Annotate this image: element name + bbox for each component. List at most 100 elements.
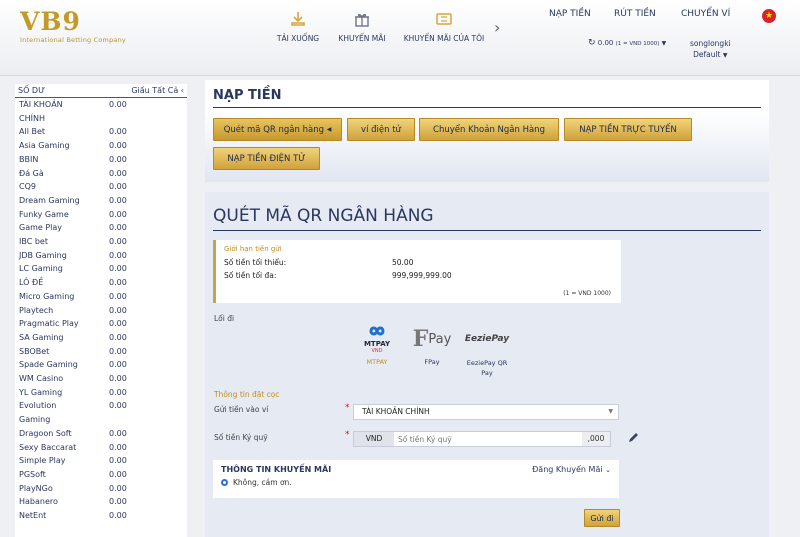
withdraw-link[interactable]: RÚT TIỀN (614, 9, 656, 19)
balance-row-value: 0.00 (109, 168, 127, 178)
balance-row-value: 0.00 (109, 387, 127, 397)
logo[interactable]: VB9 International Betting Company (20, 7, 126, 44)
main-content: NẠP TIỀN Quét mã QR ngân hàng ◀ ví điện … (205, 80, 769, 537)
balance-row: PGSoft 0.00 (15, 468, 187, 482)
radio-selected-icon[interactable] (221, 479, 228, 486)
balance-row-value: 0.00 (109, 511, 127, 521)
gift-icon (355, 13, 369, 27)
gateway-eeziepay[interactable]: EeziePay EeziePay QR Pay (462, 320, 512, 378)
amount-input[interactable] (394, 432, 582, 446)
mtpay-logo-icon: MTPAY VND (355, 320, 399, 358)
username: songlongki (690, 39, 731, 48)
header: VB9 International Betting Company TẢI XU… (0, 0, 800, 76)
user-menu[interactable]: songlongki Default ▼ (690, 38, 731, 61)
chevron-left-icon: ‹ (180, 86, 184, 95)
balance-row-value: 0.00 (109, 100, 127, 109)
balance-row-name: PGSoft (19, 469, 46, 479)
balance-row-name: Đá Gà (19, 168, 44, 178)
balance-display[interactable]: ↻ 0.00 (1 = VND 1000) ▼ (588, 38, 666, 48)
balance-row: WM Casino 0.00 (15, 372, 187, 386)
promo-toggle-label: Đăng Khuyến Mãi (532, 465, 603, 474)
balance-row: CHÍNH (15, 112, 187, 126)
nav-promotions[interactable]: KHUYẾN MÃI (334, 11, 390, 43)
method-online-button[interactable]: NẠP TIỀN TRỰC TUYẾN (564, 118, 692, 141)
form-title: QUÉT MÃ QR NGÂN HÀNG (213, 206, 434, 226)
gateway-mtpay[interactable]: MTPAY VND MTPAY (355, 320, 399, 366)
hide-all-toggle[interactable]: Giấu Tất Cả ‹ (131, 86, 184, 95)
fpay-logo-text: Pay (428, 331, 452, 347)
balance-row-value: 0.00 (109, 264, 127, 274)
balance-row-name: WM Casino (19, 374, 64, 384)
balance-row: Playtech 0.00 (15, 304, 187, 318)
deposit-title: NẠP TIỀN (213, 88, 282, 103)
divider (213, 230, 761, 231)
balance-row: IBC bet 0.00 (15, 235, 187, 249)
divider (213, 107, 761, 108)
method-bank-transfer-button[interactable]: Chuyển Khoản Ngân Hàng (419, 118, 559, 141)
balance-row-value: 0.00 (109, 305, 127, 315)
nav-next-arrow-icon[interactable]: › (494, 18, 500, 37)
amount-label: Số tiền Ký quỹ (214, 433, 268, 442)
refresh-icon[interactable]: ↻ (588, 38, 596, 48)
balance-row: Asia Gaming 0.00 (15, 139, 187, 153)
wallet-value: TÀI KHOẢN CHÍNH (362, 407, 430, 416)
balance-row: Sexy Baccarat 0.00 (15, 441, 187, 455)
method-ewallet-button[interactable]: ví điện tử (347, 118, 415, 141)
balance-row-name: NetEnt (19, 511, 47, 521)
balance-row: BBIN 0.00 (15, 153, 187, 167)
amount-suffix: ,000 (582, 432, 610, 446)
mtpay-logo-text: MTPAY (363, 340, 391, 348)
balance-row-value: 0.00 (109, 360, 127, 370)
required-mark: * (345, 430, 350, 440)
balance-row-value: 0.00 (109, 141, 127, 151)
balance-value: 0.00 (597, 39, 614, 47)
balance-row-name: PlayNGo (19, 483, 53, 493)
balance-row: PlayNGo 0.00 (15, 482, 187, 496)
balance-row-name: SBOBet (19, 346, 50, 356)
required-mark: * (345, 403, 350, 413)
transfer-link[interactable]: CHUYỂN VÍ (681, 9, 730, 19)
nav-download[interactable]: TẢI XUỐNG (270, 11, 326, 43)
chevron-down-icon: ▼ (722, 52, 728, 59)
balance-row-value: 0.00 (109, 374, 127, 384)
eeziepay-logo-icon: EeziePay (462, 320, 512, 358)
balance-row-name: Sexy Baccarat (19, 442, 77, 452)
balance-row-value: 0.00 (109, 456, 127, 466)
submit-button[interactable]: Gửi đi (584, 509, 620, 527)
nav-my-promotions[interactable]: KHUYẾN MÃI CỦA TÔI (398, 11, 490, 43)
logo-text: VB9 (20, 7, 81, 36)
balance-row-value: 0.00 (109, 154, 127, 164)
balance-row: YL Gaming 0.00 (15, 386, 187, 400)
deposit-methods-panel: NẠP TIỀN Quét mã QR ngân hàng ◀ ví điện … (205, 80, 769, 182)
balance-row-name: Micro Gaming (19, 291, 75, 301)
promo-option[interactable]: Không, cám ơn. (221, 478, 611, 487)
method-card-button[interactable]: NẠP TIỀN ĐIỆN TỬ (213, 147, 320, 170)
balance-row-value: 0.00 (109, 442, 127, 452)
balance-row-name: Simple Play (19, 456, 66, 466)
balance-row: TÀI KHOẢN 0.00 (15, 98, 187, 112)
balance-row-value: 0.00 (109, 346, 127, 356)
wallet-select[interactable]: TÀI KHOẢN CHÍNH ▼ (353, 404, 619, 420)
min-label: Số tiền tối thiểu: (224, 258, 287, 267)
nav-promotions-label: KHUYẾN MÃI (338, 34, 386, 43)
promo-toggle[interactable]: Đăng Khuyến Mãi ⌄ (532, 465, 611, 474)
deposit-link[interactable]: NẠP TIỀN (549, 9, 591, 19)
balance-row: Đá Gà 0.00 (15, 167, 187, 181)
pencil-icon[interactable] (627, 431, 640, 444)
nav-my-promotions-label: KHUYẾN MÃI CỦA TÔI (403, 34, 485, 43)
balance-row-value: 0.00 (109, 428, 127, 438)
qr-bank-form: QUÉT MÃ QR NGÂN HÀNG Giới hạn tiền gửi S… (205, 192, 769, 537)
balance-row-name: TÀI KHOẢN (19, 100, 63, 109)
gateway-label: Lối đi (214, 314, 235, 323)
balance-row: NetEnt 0.00 (15, 509, 187, 523)
chevron-down-icon: ▼ (661, 40, 667, 47)
balance-row-value: 0.00 (109, 250, 127, 260)
promotion-panel: THÔNG TIN KHUYẾN MÃI Đăng Khuyến Mãi ⌄ K… (213, 460, 619, 498)
logo-subtitle: International Betting Company (20, 36, 126, 44)
chevron-down-icon: ▼ (608, 408, 613, 415)
vietnam-flag-icon[interactable]: ★ (762, 9, 776, 23)
balance-row-name: Funky Game (19, 209, 69, 219)
method-qr-bank-button[interactable]: Quét mã QR ngân hàng ◀ (213, 118, 342, 141)
balance-row: SBOBet 0.00 (15, 345, 187, 359)
gateway-fpay[interactable]: F Pay FPay (410, 320, 454, 366)
